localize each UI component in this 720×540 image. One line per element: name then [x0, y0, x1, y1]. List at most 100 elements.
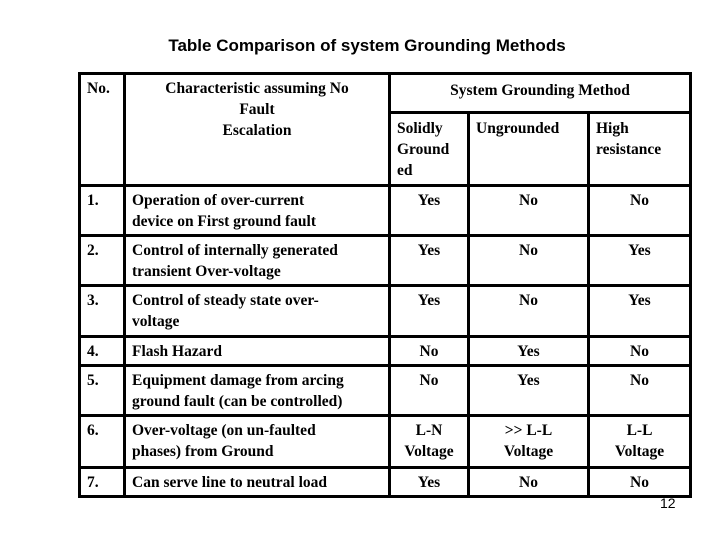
header-no: No. — [78, 72, 126, 187]
header-solidly-line2: Ground — [397, 141, 450, 158]
header-high-resistance: High resistance — [587, 111, 692, 187]
ungrounded-cell-line: No — [519, 474, 538, 491]
high-resistance-cell: No — [587, 335, 692, 367]
grounding-comparison-table: No. Characteristic assuming No Fault Esc… — [78, 72, 692, 498]
characteristic-cell-line: phases) from Ground — [132, 443, 274, 460]
table-row: 5. Equipment damage from arcing ground fau… — [78, 364, 692, 417]
characteristic-cell-line: Flash Hazard — [132, 343, 222, 360]
high-resistance-cell: Yes — [587, 284, 692, 338]
characteristic-cell-line: Equipment damage from arcing — [132, 372, 344, 389]
characteristic-cell-line: Can serve line to neutral load — [132, 474, 328, 491]
ungrounded-cell-line: Yes — [517, 343, 540, 360]
header-characteristic-line1: Characteristic assuming No — [165, 80, 349, 97]
solidly-grounded-cell-line: L-N — [415, 422, 443, 439]
characteristic-cell-line: ground fault (can be controlled) — [132, 393, 343, 410]
table-row: 6. Over-voltage (on un-faulted phases) fro… — [78, 414, 692, 469]
characteristic-cell: Flash Hazard — [123, 335, 391, 367]
high-resistance-cell-line: No — [630, 372, 649, 389]
solidly-grounded-cell-line: Yes — [417, 292, 441, 309]
ungrounded-cell-line: No — [519, 192, 538, 209]
solidly-grounded-cell: L-N Voltage — [388, 414, 470, 469]
solidly-grounded-cell-line: Yes — [417, 242, 441, 259]
ungrounded-cell-line: Voltage — [503, 443, 554, 460]
table-row: 4. Flash Hazard No Yes No — [78, 335, 692, 367]
header-characteristic: Characteristic assuming No Fault Escalat… — [123, 72, 391, 187]
high-resistance-cell: L-L Voltage — [587, 414, 692, 469]
solidly-grounded-cell: Yes — [388, 284, 470, 338]
header-solidly-line1: Solidly — [397, 120, 443, 137]
characteristic-cell: Operation of over-current device on First… — [123, 184, 391, 237]
page-number: 12 — [660, 495, 676, 511]
table-row: 2. Control of internally generated transie… — [78, 234, 692, 287]
ungrounded-cell-line: No — [519, 292, 538, 309]
characteristic-cell-line: Control of internally generated — [132, 242, 338, 259]
header-solidly-line3: ed — [397, 162, 413, 179]
header-solidly-grounded: Solidly Ground ed — [388, 111, 470, 187]
characteristic-cell-line: Control of steady state over- — [132, 292, 319, 309]
solidly-grounded-cell: No — [388, 364, 470, 417]
high-resistance-cell: Yes — [587, 234, 692, 287]
solidly-grounded-cell-line: Yes — [417, 192, 441, 209]
characteristic-cell: Control of steady state over-voltage — [123, 284, 391, 338]
header-characteristic-line3: Escalation — [222, 122, 292, 139]
row-number: 7. — [78, 466, 126, 498]
table-row: 7. Can serve line to neutral load Yes No No — [78, 466, 692, 498]
row-number: 3. — [78, 284, 126, 338]
table-body: 1. Operation of over-current device on Fir… — [78, 184, 692, 498]
characteristic-cell-line: transient Over-voltage — [132, 263, 281, 280]
ungrounded-cell-line: Yes — [517, 372, 540, 389]
solidly-grounded-cell: Yes — [388, 184, 470, 237]
header-grounding-method: System Grounding Method — [388, 72, 692, 114]
high-resistance-cell-line: L-L — [626, 422, 653, 439]
row-number: 5. — [78, 364, 126, 417]
solidly-grounded-cell: Yes — [388, 466, 470, 498]
solidly-grounded-cell-line: Voltage — [404, 443, 454, 460]
high-resistance-cell-line: No — [630, 474, 649, 491]
characteristic-cell-line: voltage — [132, 313, 180, 330]
characteristic-cell: Control of internally generated transient… — [123, 234, 391, 287]
header-high-line2: resistance — [596, 141, 662, 158]
high-resistance-cell-line: No — [630, 343, 649, 360]
ungrounded-cell: No — [467, 466, 590, 498]
high-resistance-cell-line: Voltage — [614, 443, 665, 460]
high-resistance-cell: No — [587, 184, 692, 237]
solidly-grounded-cell: No — [388, 335, 470, 367]
solidly-grounded-cell-line: No — [419, 372, 439, 389]
header-ungrounded-line1: Ungrounded — [476, 120, 560, 137]
table-row: 1. Operation of over-current device on Fir… — [78, 184, 692, 237]
row-number: 6. — [78, 414, 126, 469]
row-number: 4. — [78, 335, 126, 367]
high-resistance-cell-line: No — [630, 192, 649, 209]
header-characteristic-line2: Fault — [239, 101, 275, 118]
ungrounded-cell-line: >> L-L — [504, 422, 553, 439]
solidly-grounded-cell-line: No — [419, 343, 439, 360]
header-no-label: No. — [87, 80, 110, 97]
row-number: 1. — [78, 184, 126, 237]
solidly-grounded-cell-line: Yes — [417, 474, 441, 491]
characteristic-cell-line: Over-voltage (on un-faulted — [132, 422, 316, 439]
ungrounded-cell: Yes — [467, 335, 590, 367]
high-resistance-cell-line: Yes — [628, 242, 651, 259]
ungrounded-cell: No — [467, 234, 590, 287]
header-grounding-method-label: System Grounding Method — [450, 82, 630, 99]
characteristic-cell: Can serve line to neutral load — [123, 466, 391, 498]
characteristic-cell: Over-voltage (on un-faulted phases) from … — [123, 414, 391, 469]
header-high-line1: High — [596, 120, 629, 137]
ungrounded-cell: No — [467, 184, 590, 237]
table-row: 3. Control of steady state over-voltage Ye… — [78, 284, 692, 338]
characteristic-cell: Equipment damage from arcing ground fault… — [123, 364, 391, 417]
high-resistance-cell-line: Yes — [628, 292, 651, 309]
row-number: 2. — [78, 234, 126, 287]
header-ungrounded: Ungrounded — [467, 111, 590, 187]
high-resistance-cell: No — [587, 364, 692, 417]
ungrounded-cell: No — [467, 284, 590, 338]
characteristic-cell-line: Operation of over-current — [132, 192, 305, 209]
solidly-grounded-cell: Yes — [388, 234, 470, 287]
slide-title: Table Comparison of system Grounding Met… — [168, 36, 566, 55]
characteristic-cell-line: device on First ground fault — [132, 213, 316, 230]
header-row: No. Characteristic assuming No Fault Esc… — [78, 72, 692, 187]
ungrounded-cell: >> L-L Voltage — [467, 414, 590, 469]
high-resistance-cell: No — [587, 466, 692, 498]
ungrounded-cell-line: No — [519, 242, 538, 259]
ungrounded-cell: Yes — [467, 364, 590, 417]
